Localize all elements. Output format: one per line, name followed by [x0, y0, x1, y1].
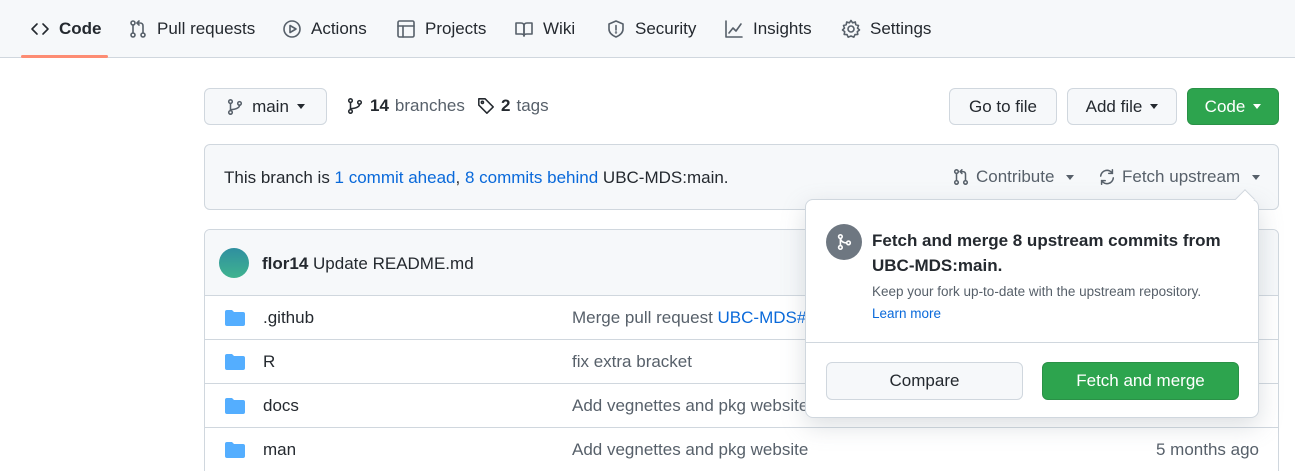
file-updated-time: 5 months ago: [1155, 440, 1259, 459]
tab-settings[interactable]: Settings: [841, 0, 931, 58]
folder-icon: [225, 354, 245, 370]
add-file-label: Add file: [1085, 96, 1143, 116]
pull-request-icon: [130, 20, 146, 38]
learn-more-link[interactable]: Learn more: [872, 306, 941, 321]
gear-icon: [841, 19, 861, 38]
tab-label: Settings: [870, 19, 932, 38]
branch-select-button[interactable]: main: [204, 88, 327, 125]
folder-icon: [225, 398, 245, 414]
chevron-down-icon: [296, 104, 305, 109]
tab-insights[interactable]: Insights: [724, 0, 812, 58]
book-icon: [515, 22, 533, 37]
file-name[interactable]: man: [263, 440, 296, 460]
avatar[interactable]: [219, 248, 249, 278]
table-icon: [397, 20, 415, 38]
tab-label: Actions: [311, 19, 367, 38]
file-commit-message: Merge pull request UBC-MDS#5: [572, 308, 816, 328]
chevron-down-icon: [1066, 174, 1075, 180]
tab-wiki[interactable]: Wiki: [514, 0, 575, 58]
popover-description: Keep your fork up-to-date with the upstr…: [872, 284, 1202, 299]
fetch-upstream-popover: Fetch and merge 8 upstream commits from …: [805, 189, 1259, 418]
play-icon: [283, 20, 301, 38]
branch-icon: [347, 98, 363, 114]
tab-label: Insights: [753, 19, 812, 38]
add-file-button[interactable]: Add file: [1067, 88, 1177, 125]
graph-icon: [725, 20, 743, 38]
file-commit-message-text[interactable]: Merge pull request: [572, 308, 718, 327]
tags-label: tags: [516, 96, 549, 115]
repo-nav: Code Pull requests Actions Projects Wiki…: [0, 0, 1295, 58]
sync-icon: [1099, 169, 1115, 185]
compare-button[interactable]: Compare: [826, 362, 1023, 400]
chevron-down-icon: [1150, 104, 1159, 109]
tab-security[interactable]: Security: [606, 0, 696, 58]
chevron-down-icon: [1253, 104, 1262, 109]
fetch-and-merge-button[interactable]: Fetch and merge: [1042, 362, 1239, 400]
file-name[interactable]: R: [263, 352, 275, 372]
tab-label: Security: [635, 19, 697, 38]
tab-pull-requests[interactable]: Pull requests: [128, 0, 255, 58]
commits-behind-link[interactable]: 8 commits behind: [465, 168, 598, 187]
code-button-label: Code: [1204, 96, 1246, 116]
branches-label: branches: [394, 96, 465, 115]
tab-code[interactable]: Code: [30, 0, 102, 58]
branch-status-text: This branch is 1 commit ahead, 8 commits…: [224, 168, 729, 188]
active-tab-indicator: [21, 55, 108, 58]
latest-commit-text: flor14 Update README.md: [262, 254, 474, 274]
code-icon: [31, 23, 49, 35]
divider: [806, 342, 1258, 343]
table-row[interactable]: man Add vegnettes and pkg website 5 mont…: [205, 428, 1278, 471]
fetch-upstream-label: Fetch upstream: [1122, 167, 1241, 186]
pull-request-icon: [953, 169, 969, 185]
branch-status-suffix: UBC-MDS:main.: [598, 168, 729, 187]
tag-icon: [478, 98, 494, 114]
folder-icon: [225, 442, 245, 458]
contribute-dropdown[interactable]: Contribute: [952, 167, 1075, 187]
tab-label: Projects: [425, 19, 487, 38]
commit-message[interactable]: Update README.md: [313, 254, 474, 273]
merge-icon: [826, 224, 862, 260]
chevron-down-icon: [1252, 174, 1261, 180]
branch-status-sep: ,: [455, 168, 465, 187]
file-name[interactable]: .github: [263, 308, 314, 328]
commits-ahead-link[interactable]: 1 commit ahead: [335, 168, 456, 187]
file-commit-message[interactable]: Add vegnettes and pkg website: [572, 440, 808, 460]
pull-request-link[interactable]: UBC-MDS#5: [718, 308, 816, 327]
folder-icon: [225, 310, 245, 326]
popover-title: Fetch and merge 8 upstream commits from …: [872, 231, 1221, 275]
tab-label: Code: [59, 19, 102, 38]
go-to-file-button[interactable]: Go to file: [949, 88, 1057, 125]
file-name[interactable]: docs: [263, 396, 299, 416]
tab-projects[interactable]: Projects: [396, 0, 486, 58]
branch-status-prefix: This branch is: [224, 168, 335, 187]
file-commit-message[interactable]: fix extra bracket: [572, 352, 692, 372]
commit-author[interactable]: flor14: [262, 254, 308, 273]
branches-count: 14: [370, 96, 389, 115]
contribute-label: Contribute: [976, 167, 1055, 186]
branch-name: main: [252, 96, 289, 116]
tags-link[interactable]: 2 tags: [477, 96, 549, 116]
branches-link[interactable]: 14 branches: [346, 96, 465, 116]
shield-icon: [608, 20, 624, 38]
go-to-file-label: Go to file: [968, 96, 1038, 116]
code-button[interactable]: Code: [1187, 88, 1279, 125]
tab-label: Pull requests: [157, 19, 256, 38]
tags-count: 2: [501, 96, 511, 115]
file-commit-message[interactable]: Add vegnettes and pkg website: [572, 396, 808, 416]
tab-actions[interactable]: Actions: [282, 0, 367, 58]
tab-label: Wiki: [543, 19, 576, 38]
fetch-upstream-dropdown[interactable]: Fetch upstream: [1098, 167, 1261, 187]
branch-icon: [227, 98, 243, 115]
